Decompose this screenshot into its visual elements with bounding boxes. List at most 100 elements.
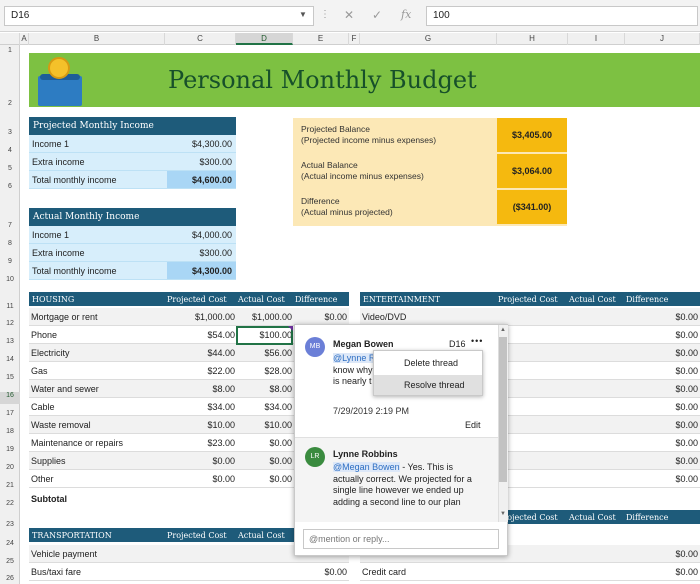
difference-cell: $0.00 — [324, 567, 347, 577]
row-header[interactable]: 4 — [0, 147, 20, 157]
active-cell-D16[interactable] — [236, 326, 293, 345]
row-header[interactable]: 25 — [0, 558, 20, 568]
projected-cost-cell: $0.00 — [212, 474, 235, 484]
col-header[interactable]: E — [293, 33, 349, 45]
comment-mention[interactable]: @Lynne R — [333, 353, 376, 363]
table-row[interactable]: Extra income $300.00 — [29, 244, 236, 262]
header-cell: TRANSPORTATION — [32, 531, 112, 540]
actual-balance-label[interactable]: Actual Balance (Actual income minus expe… — [301, 160, 424, 182]
row-header[interactable]: 9 — [0, 258, 20, 268]
actual-balance-value[interactable]: $3,064.00 — [497, 154, 567, 188]
projected-cost-cell: $0.00 — [212, 456, 235, 466]
housing-header[interactable]: HOUSING Projected Cost Actual Cost Diffe… — [29, 292, 349, 306]
edit-link[interactable]: Edit — [465, 420, 481, 430]
row-header[interactable]: 22 — [0, 500, 20, 510]
formula-input[interactable]: 100 — [426, 6, 698, 26]
comment-indicator-icon[interactable] — [288, 326, 293, 331]
comment-mention[interactable]: @Megan Bowen — [333, 462, 400, 472]
cancel-icon[interactable]: ✕ — [344, 8, 354, 22]
actual-cost-cell: $10.00 — [264, 420, 292, 430]
comment-text: know why — [333, 365, 373, 375]
col-header[interactable]: C — [165, 33, 236, 45]
scrollbar-thumb[interactable] — [499, 337, 507, 482]
column-header-bar: A B C D E F G H I J — [0, 33, 700, 45]
row-label: Bus/taxi fare — [31, 567, 82, 577]
row-value: $300.00 — [199, 157, 232, 167]
page-title: Personal Monthly Budget — [168, 66, 477, 94]
resolve-thread-item[interactable]: Resolve thread — [374, 375, 482, 395]
projected-balance-value[interactable]: $3,405.00 — [497, 118, 567, 152]
difference-label[interactable]: Difference (Actual minus projected) — [301, 196, 393, 218]
projected-cost-cell: $22.00 — [207, 366, 235, 376]
enter-icon[interactable]: ✓ — [372, 8, 382, 22]
row-header[interactable]: 7 — [0, 222, 20, 232]
row-label: Income 1 — [32, 230, 70, 240]
comment-author: Lynne Robbins — [333, 449, 398, 459]
table-row[interactable]: Extra income $300.00 — [29, 153, 236, 171]
col-header[interactable]: H — [497, 33, 568, 45]
total-row[interactable]: Total monthly income $4,600.00 — [29, 171, 236, 189]
row-header[interactable]: 14 — [0, 356, 20, 366]
difference-cell: $0.00 — [675, 330, 698, 340]
col-header[interactable]: J — [625, 33, 700, 45]
col-header[interactable]: G — [360, 33, 497, 45]
row-header[interactable]: 23 — [0, 521, 20, 531]
row-header[interactable]: 5 — [0, 165, 20, 175]
col-header[interactable]: F — [349, 33, 360, 45]
projected-cost-cell: $10.00 — [207, 420, 235, 430]
row-header[interactable]: 10 — [0, 276, 20, 286]
row-header[interactable]: 11 — [0, 303, 20, 313]
col-header[interactable]: B — [29, 33, 165, 45]
col-header[interactable]: A — [20, 33, 29, 45]
table-row[interactable]: Bus/taxi fare $0.00 — [29, 563, 349, 581]
table-row[interactable]: Credit card $0.00 — [360, 563, 700, 581]
total-row[interactable]: Total monthly income $4,300.00 — [29, 262, 236, 280]
row-header[interactable]: 6 — [0, 183, 20, 193]
projected-income-header[interactable]: Projected Monthly Income — [29, 117, 236, 135]
header-cell: Projected Cost — [498, 295, 558, 304]
row-header[interactable]: 20 — [0, 464, 20, 474]
total-value: $4,600.00 — [191, 175, 232, 185]
table-row[interactable]: Income 1 $4,300.00 — [29, 135, 236, 153]
function-icon[interactable]: fx — [401, 8, 411, 21]
scroll-up-icon[interactable]: ▲ — [500, 327, 506, 333]
row-header[interactable]: 12 — [0, 320, 20, 330]
row-header[interactable]: 24 — [0, 540, 20, 550]
delete-thread-item[interactable]: Delete thread — [374, 353, 482, 373]
row-header-selected[interactable]: 16 — [0, 392, 20, 404]
col-header[interactable]: I — [568, 33, 625, 45]
chevron-down-icon[interactable]: ▼ — [299, 10, 307, 19]
row-header[interactable]: 18 — [0, 428, 20, 438]
actual-income-header[interactable]: Actual Monthly Income — [29, 208, 236, 226]
row-label: Phone — [31, 330, 58, 340]
more-options-icon[interactable]: ••• — [471, 336, 483, 346]
reply-input[interactable]: @mention or reply... — [303, 529, 499, 549]
label-line: (Actual income minus expenses) — [301, 171, 424, 181]
row-header[interactable]: 15 — [0, 374, 20, 384]
avatar: LR — [305, 447, 325, 467]
projected-balance-label[interactable]: Projected Balance (Projected income minu… — [301, 124, 436, 146]
header-cell: HOUSING — [32, 295, 75, 304]
difference-value[interactable]: ($341.00) — [497, 190, 567, 224]
drag-handle-icon[interactable]: ⋮ — [320, 9, 330, 20]
header-cell: ENTERTAINMENT — [363, 295, 441, 304]
projected-cost-cell: $34.00 — [207, 402, 235, 412]
row-header[interactable]: 21 — [0, 482, 20, 492]
row-header[interactable]: 17 — [0, 410, 20, 420]
actual-cost-cell: $0.00 — [269, 456, 292, 466]
row-header[interactable]: 3 — [0, 129, 20, 139]
row-header[interactable]: 26 — [0, 575, 20, 584]
row-header[interactable]: 2 — [0, 100, 20, 110]
table-row[interactable]: Income 1 $4,000.00 — [29, 226, 236, 244]
name-box[interactable]: D16 — [4, 6, 314, 26]
total-value-box: $4,300.00 — [167, 262, 236, 279]
col-header-selected[interactable]: D — [236, 33, 293, 45]
entertainment-header[interactable]: ENTERTAINMENT Projected Cost Actual Cost… — [360, 292, 700, 306]
row-label: Electricity — [31, 348, 70, 358]
row-header[interactable]: 1 — [0, 47, 20, 57]
row-header[interactable]: 13 — [0, 338, 20, 348]
row-header[interactable]: 8 — [0, 240, 20, 250]
select-all-corner[interactable] — [0, 33, 20, 45]
scroll-down-icon[interactable]: ▼ — [500, 511, 506, 517]
row-header[interactable]: 19 — [0, 446, 20, 456]
